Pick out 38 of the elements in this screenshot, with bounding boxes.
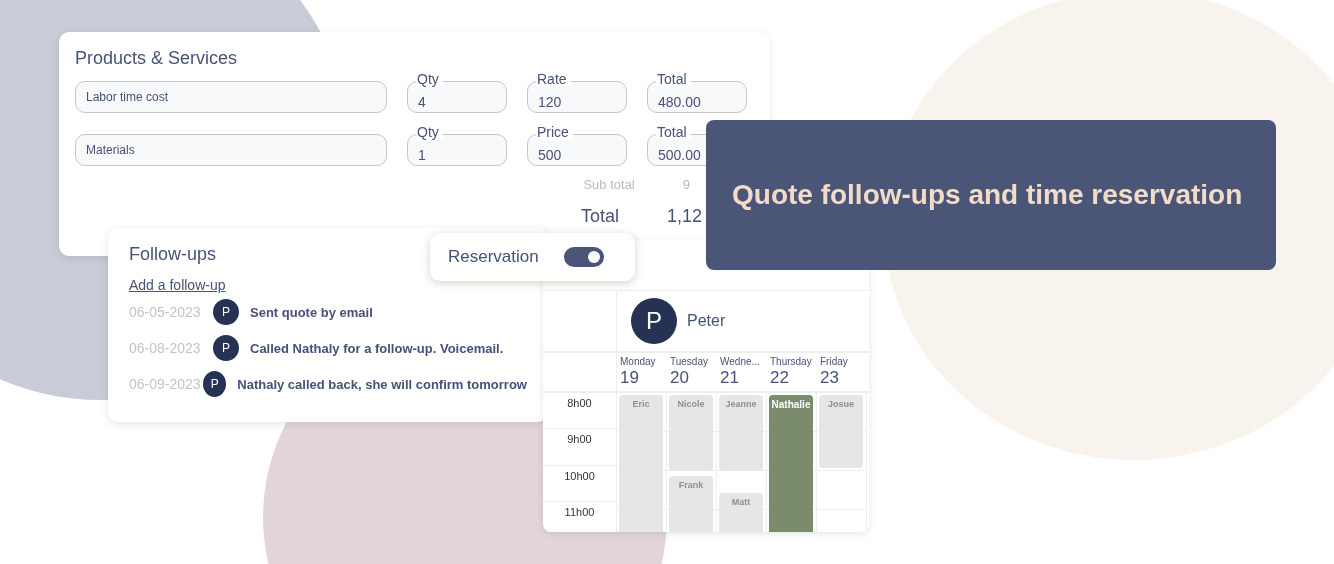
follow-up-date: 06-08-2023 <box>129 340 202 356</box>
description-field[interactable]: Materials <box>75 134 387 166</box>
hour-label: 11h00 <box>564 505 595 520</box>
add-follow-up-link[interactable]: Add a follow-up <box>129 277 226 293</box>
day-date: 23 <box>820 368 840 388</box>
total-label: Total <box>580 206 619 227</box>
follow-up-date: 06-09-2023 <box>129 376 202 392</box>
calendar-event[interactable]: Nathalie <box>769 395 813 532</box>
follow-up-text: Sent quote by email <box>250 304 373 320</box>
follow-up-date: 06-05-2023 <box>129 304 202 320</box>
subtotal-label: Sub total <box>583 177 635 192</box>
avatar: P <box>213 335 239 361</box>
reservation-toggle[interactable] <box>563 247 604 267</box>
day-name: Tuesday <box>670 356 709 367</box>
hour-label: 8h00 <box>567 397 592 411</box>
day-name: Friday <box>820 356 849 367</box>
card-title: Products & Services <box>75 48 239 69</box>
day-name: Thursday <box>770 356 813 367</box>
subtotal-value: 9 <box>682 177 690 192</box>
day-date: 20 <box>670 368 690 388</box>
day-name: Wedne... <box>720 356 761 367</box>
person-name: Peter <box>687 312 726 330</box>
avatar: P <box>631 298 677 344</box>
hour-label: 10h00 <box>564 469 595 484</box>
follow-up-text: Called Nathaly for a follow-up. Voicemail. <box>250 340 504 356</box>
avatar: P <box>213 299 239 325</box>
banner-text: Quote follow-ups and time reservation <box>732 179 1243 211</box>
card-title: Follow-ups <box>129 244 217 265</box>
description-field[interactable]: Labor time cost <box>75 81 387 113</box>
hour-label: 9h00 <box>567 433 592 448</box>
reservation-label: Reservation <box>448 247 539 267</box>
day-date: 21 <box>720 368 740 388</box>
avatar: P <box>203 371 227 397</box>
total-value: 1,12 <box>666 206 702 227</box>
day-date: 22 <box>770 368 790 388</box>
follow-up-text: Nathaly called back, she will confirm tomorrow <box>237 376 527 392</box>
day-name: Monday <box>620 356 657 367</box>
day-date: 19 <box>620 368 640 388</box>
